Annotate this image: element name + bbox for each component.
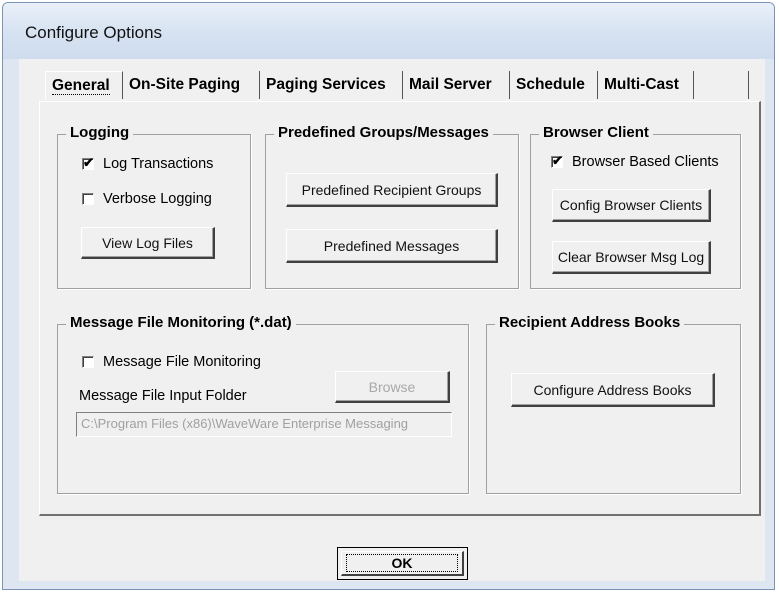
log-transactions-box[interactable]: ✔	[82, 155, 94, 170]
browser-based-clients-label: Browser Based Clients	[572, 154, 719, 170]
tab-mail-server[interactable]: Mail Server	[403, 71, 510, 99]
message-file-monitoring-group-label: Message File Monitoring (*.dat)	[66, 314, 296, 331]
browser-based-clients-box[interactable]: ✔	[551, 153, 563, 168]
config-browser-clients-button[interactable]: Config Browser Clients	[552, 189, 711, 222]
tab-general[interactable]: General	[45, 71, 123, 99]
predefined-recipient-groups-button[interactable]: Predefined Recipient Groups	[286, 173, 498, 207]
tab-unlabeled[interactable]	[694, 71, 749, 99]
ok-button[interactable]: OK	[337, 547, 468, 580]
browser-client-group-label: Browser Client	[539, 124, 653, 141]
browser-based-clients-checkbox[interactable]: ✔ Browser Based Clients	[551, 154, 719, 170]
browse-button[interactable]: Browse	[335, 371, 450, 403]
predefined-group: Predefined Groups/Messages Predefined Re…	[265, 124, 519, 289]
input-folder-field[interactable]: C:\Program Files (x86)\WaveWare Enterpri…	[76, 412, 452, 437]
general-tab-panel: Logging ✔ Log Transactions Verbose Loggi…	[39, 101, 761, 516]
recipient-address-books-group: Recipient Address Books Configure Addres…	[486, 314, 741, 494]
verbose-logging-box[interactable]	[82, 193, 94, 205]
logging-group-label: Logging	[66, 124, 134, 141]
view-log-files-button[interactable]: View Log Files	[81, 227, 215, 259]
clear-browser-msg-log-button[interactable]: Clear Browser Msg Log	[552, 241, 711, 274]
checkmark-icon: ✔	[552, 153, 563, 168]
recipient-address-books-group-label: Recipient Address Books	[495, 314, 685, 331]
browser-client-group: Browser Client ✔ Browser Based Clients C…	[530, 124, 741, 289]
predefined-group-label: Predefined Groups/Messages	[274, 124, 493, 141]
tab-multi-cast[interactable]: Multi-Cast	[598, 71, 694, 99]
window-title: Configure Options	[25, 23, 163, 42]
title-bar[interactable]: Configure Options	[3, 3, 774, 59]
checkmark-icon: ✔	[83, 155, 94, 170]
message-file-monitoring-group: Message File Monitoring (*.dat) Message …	[57, 314, 469, 494]
verbose-logging-checkbox[interactable]: Verbose Logging	[82, 191, 212, 207]
message-file-monitoring-label: Message File Monitoring	[103, 354, 261, 370]
tab-on-site-paging-label: On-Site Paging	[129, 76, 241, 93]
tab-paging-services-label: Paging Services	[266, 76, 386, 93]
tab-paging-services[interactable]: Paging Services	[260, 71, 403, 99]
dialog-body: General On-Site Paging Paging Services M…	[19, 59, 765, 581]
tab-mail-server-label: Mail Server	[409, 76, 492, 93]
logging-group: Logging ✔ Log Transactions Verbose Loggi…	[57, 124, 251, 289]
log-transactions-checkbox[interactable]: ✔ Log Transactions	[82, 156, 213, 172]
tab-schedule-label: Schedule	[516, 76, 585, 93]
tab-multi-cast-label: Multi-Cast	[604, 76, 679, 93]
tab-schedule[interactable]: Schedule	[510, 71, 598, 99]
ok-button-face[interactable]: OK	[341, 551, 464, 576]
log-transactions-label: Log Transactions	[103, 156, 214, 172]
configure-options-window: Configure Options General On-Site Paging…	[2, 2, 775, 590]
tab-general-label: General	[52, 77, 110, 95]
message-file-monitoring-checkbox[interactable]: Message File Monitoring	[82, 354, 261, 370]
input-folder-label: Message File Input Folder	[79, 388, 247, 404]
tab-on-site-paging[interactable]: On-Site Paging	[123, 71, 260, 99]
predefined-messages-button[interactable]: Predefined Messages	[286, 229, 498, 263]
verbose-logging-label: Verbose Logging	[103, 191, 212, 207]
ok-button-label: OK	[346, 554, 458, 572]
message-file-monitoring-box[interactable]	[82, 356, 94, 368]
configure-address-books-button[interactable]: Configure Address Books	[511, 373, 715, 407]
